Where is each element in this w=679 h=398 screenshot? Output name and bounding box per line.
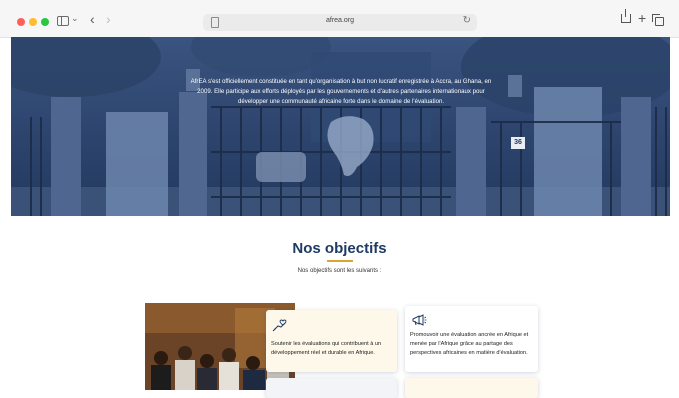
objective-card-partial [405, 378, 538, 398]
gate-number-plaque: 36 [511, 137, 525, 149]
section-title: Nos objectifs [292, 240, 387, 257]
objective-text: Soutenir les évaluations qui contribuent… [271, 341, 382, 356]
hero-banner: 36 AfrEA s'est officiellement constituée… [11, 37, 670, 216]
minimize-window-button[interactable] [29, 18, 37, 26]
url-text: afrea.org [325, 17, 355, 24]
section-subtitle: Nos objectifs sont les suivants : [297, 268, 382, 274]
objective-card-partial [266, 378, 397, 398]
address-bar[interactable]: afrea.org ↻ [203, 14, 477, 31]
hero-description: AfrEA s'est officiellement constituée en… [190, 78, 492, 105]
share-icon[interactable] [621, 9, 631, 23]
objective-card: Promouvoir une évaluation ancrée en Afri… [405, 306, 538, 372]
zoom-window-button[interactable] [41, 18, 49, 26]
title-underline [327, 260, 353, 262]
reload-icon[interactable]: ↻ [463, 15, 471, 26]
chevron-down-icon[interactable]: ⌄ [71, 13, 79, 24]
new-tab-button[interactable]: + [638, 10, 646, 26]
hands-heart-icon [272, 319, 287, 332]
megaphone-icon [412, 314, 427, 326]
back-button[interactable]: ‹ [90, 11, 95, 27]
sidebar-toggle-icon[interactable] [57, 16, 69, 26]
browser-toolbar: ⌄ ‹ › afrea.org ↻ + [0, 0, 679, 38]
tab-overview-icon[interactable] [652, 14, 664, 26]
hero-background-image [11, 37, 670, 216]
objective-text: Promouvoir une évaluation ancrée en Afri… [410, 332, 529, 356]
objective-card: Soutenir les évaluations qui contribuent… [266, 310, 397, 372]
forward-button[interactable]: › [106, 11, 111, 27]
close-window-button[interactable] [17, 18, 25, 26]
